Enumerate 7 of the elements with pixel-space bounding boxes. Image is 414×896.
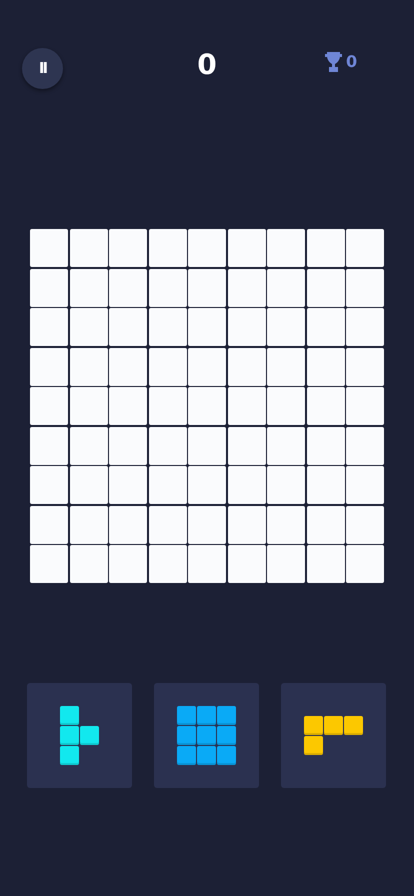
block-piece[interactable] (304, 716, 363, 755)
best-score: 0 (346, 51, 358, 73)
block-piece[interactable] (177, 706, 236, 765)
trophy-icon (325, 52, 342, 72)
pause-button[interactable]: II (22, 48, 63, 89)
block-piece[interactable] (60, 706, 99, 765)
score: 0 (196, 47, 218, 83)
